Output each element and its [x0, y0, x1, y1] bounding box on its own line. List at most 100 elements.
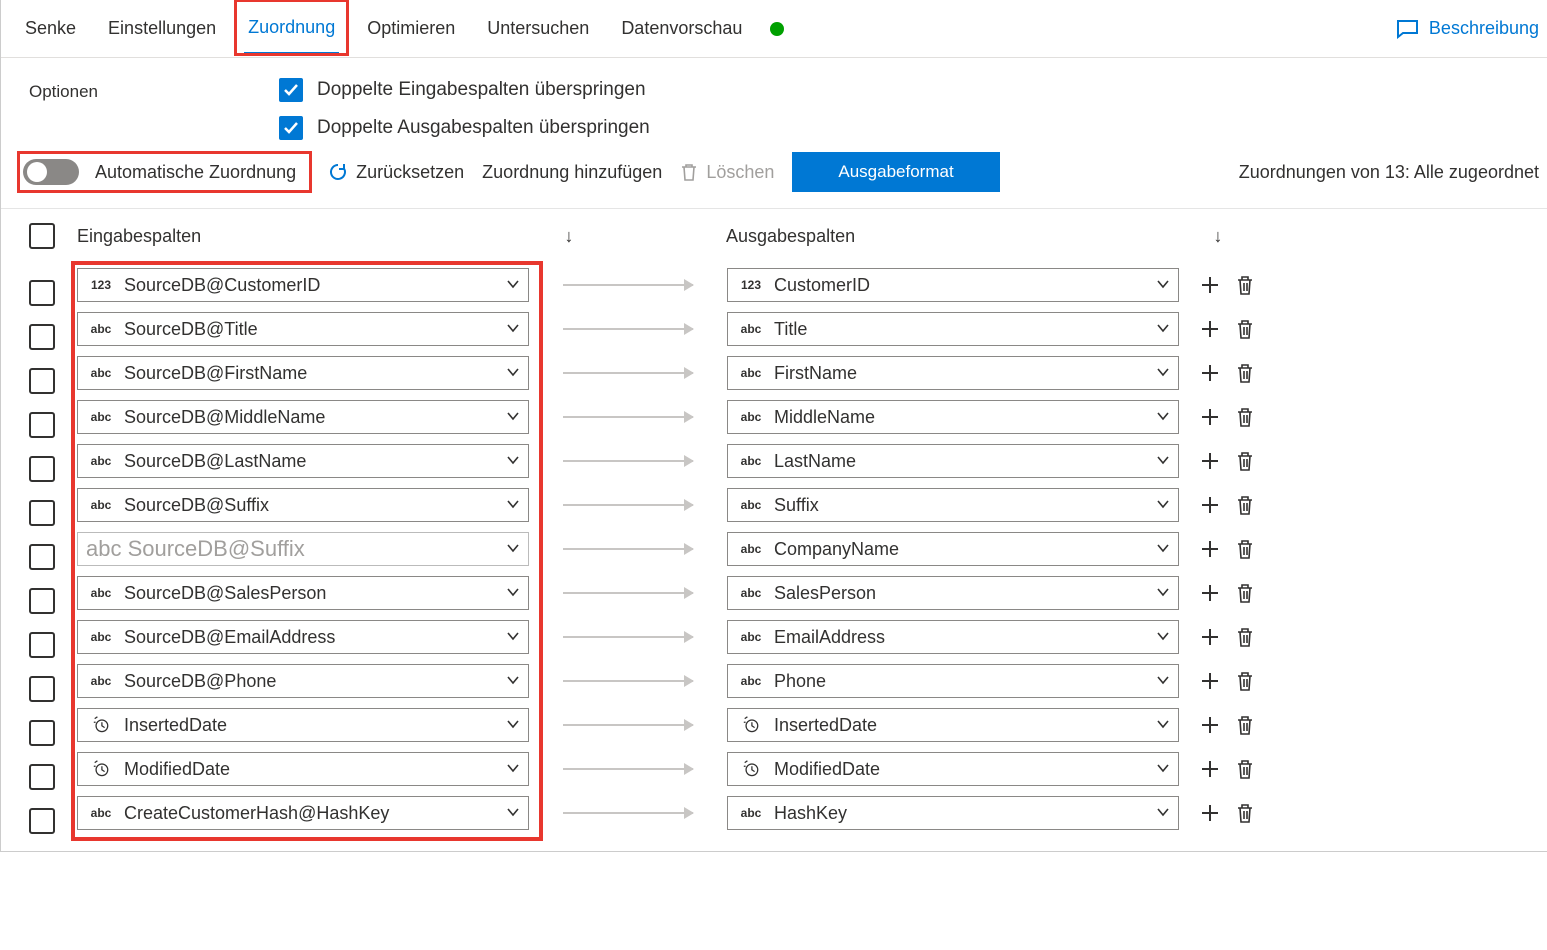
delete-row-button[interactable]	[1235, 362, 1255, 384]
mapping-row: abcSourceDB@Phone abcPhone	[77, 659, 1547, 703]
input-column-select[interactable]: ModifiedDate	[77, 752, 529, 786]
skip-dup-input-checkbox[interactable]	[279, 78, 303, 102]
add-row-button[interactable]	[1199, 582, 1221, 604]
output-format-button[interactable]: Ausgabeformat	[792, 152, 999, 192]
delete-row-button[interactable]	[1235, 450, 1255, 472]
input-column-select[interactable]: abcSourceDB@EmailAddress	[77, 620, 529, 654]
mapping-rows: 123SourceDB@CustomerID 123CustomerID abcSo…	[1, 263, 1547, 851]
input-column-select[interactable]: abcSourceDB@Suffix	[77, 488, 529, 522]
tab-zuordnung[interactable]: Zuordnung	[244, 3, 339, 55]
datetime-type-icon	[736, 759, 766, 780]
add-row-button[interactable]	[1199, 494, 1221, 516]
add-row-button[interactable]	[1199, 758, 1221, 780]
output-column-value: FirstName	[774, 363, 1148, 384]
input-column-select[interactable]: abcSourceDB@LastName	[77, 444, 529, 478]
row-checkbox[interactable]	[29, 720, 55, 746]
string-type-icon: abc	[736, 674, 766, 688]
add-row-button[interactable]	[1199, 538, 1221, 560]
tab-untersuchen[interactable]: Untersuchen	[483, 4, 593, 53]
input-sort-icon[interactable]: ↓	[557, 226, 581, 247]
output-column-select[interactable]: abcPhone	[727, 664, 1179, 698]
mapping-arrow	[529, 724, 727, 726]
output-column-select[interactable]: ModifiedDate	[727, 752, 1179, 786]
skip-dup-output-checkbox[interactable]	[279, 116, 303, 140]
delete-row-button[interactable]	[1235, 406, 1255, 428]
delete-action[interactable]: Löschen	[680, 162, 774, 183]
arrow-icon	[563, 460, 693, 462]
output-column-select[interactable]: abcSuffix	[727, 488, 1179, 522]
mapping-row: abcSourceDB@EmailAddressabcEmailAddress	[77, 615, 1547, 659]
row-checkbox[interactable]	[29, 588, 55, 614]
add-row-button[interactable]	[1199, 802, 1221, 824]
row-checkbox[interactable]	[29, 280, 55, 306]
input-column-select[interactable]: abcSourceDB@SalesPerson	[77, 576, 529, 610]
row-checkbox[interactable]	[29, 808, 55, 834]
input-column-select[interactable]: abcSourceDB@Title	[77, 312, 529, 346]
delete-row-button[interactable]	[1235, 318, 1255, 340]
output-column-select[interactable]: abcHashKey	[727, 796, 1179, 830]
add-row-button[interactable]	[1199, 714, 1221, 736]
output-column-select[interactable]: InsertedDate	[727, 708, 1179, 742]
output-column-value: EmailAddress	[774, 627, 1148, 648]
output-column-select[interactable]: abcTitle	[727, 312, 1179, 346]
output-column-select[interactable]: abcCompanyName	[727, 532, 1179, 566]
mapping-arrow	[529, 416, 727, 418]
check-icon	[283, 82, 299, 98]
delete-row-button[interactable]	[1235, 758, 1255, 780]
add-row-button[interactable]	[1199, 274, 1221, 296]
auto-map-toggle[interactable]	[23, 159, 79, 185]
row-checkbox[interactable]	[29, 500, 55, 526]
string-type-icon: abc	[86, 498, 116, 512]
tab-datenvorschau[interactable]: Datenvorschau	[617, 4, 746, 53]
delete-row-button[interactable]	[1235, 538, 1255, 560]
input-column-select[interactable]: abcSourceDB@MiddleName	[77, 400, 529, 434]
chevron-down-icon	[506, 629, 520, 646]
delete-row-button[interactable]	[1235, 714, 1255, 736]
reset-action[interactable]: Zurücksetzen	[328, 162, 464, 183]
add-row-button[interactable]	[1199, 318, 1221, 340]
delete-row-button[interactable]	[1235, 626, 1255, 648]
row-checkbox[interactable]	[29, 764, 55, 790]
output-column-select[interactable]: abcSalesPerson	[727, 576, 1179, 610]
arrow-icon	[563, 768, 693, 770]
output-column-select[interactable]: abcFirstName	[727, 356, 1179, 390]
tab-einstellungen[interactable]: Einstellungen	[104, 4, 220, 53]
delete-row-button[interactable]	[1235, 582, 1255, 604]
row-checkbox[interactable]	[29, 412, 55, 438]
row-checkbox[interactable]	[29, 324, 55, 350]
input-column-select[interactable]: abc SourceDB@Suffix	[77, 532, 529, 566]
row-actions	[1199, 494, 1255, 516]
output-column-select[interactable]: abcMiddleName	[727, 400, 1179, 434]
row-checkbox[interactable]	[29, 632, 55, 658]
add-row-button[interactable]	[1199, 406, 1221, 428]
tab-senke[interactable]: Senke	[21, 4, 80, 53]
row-checkbox[interactable]	[29, 456, 55, 482]
input-column-select[interactable]: InsertedDate	[77, 708, 529, 742]
select-all-checkbox[interactable]	[29, 223, 55, 249]
description-link[interactable]: Beschreibung	[1395, 18, 1539, 39]
delete-row-button[interactable]	[1235, 670, 1255, 692]
output-sort-icon[interactable]: ↓	[1206, 226, 1230, 247]
add-row-button[interactable]	[1199, 670, 1221, 692]
row-checkbox[interactable]	[29, 544, 55, 570]
input-column-select[interactable]: abcSourceDB@FirstName	[77, 356, 529, 390]
string-type-icon: abc	[86, 630, 116, 644]
add-mapping-action[interactable]: Zuordnung hinzufügen	[482, 162, 662, 183]
delete-row-button[interactable]	[1235, 494, 1255, 516]
input-column-select[interactable]: abcSourceDB@Phone	[77, 664, 529, 698]
arrow-icon	[563, 328, 693, 330]
row-checkbox[interactable]	[29, 676, 55, 702]
string-type-icon: abc	[736, 454, 766, 468]
delete-row-button[interactable]	[1235, 802, 1255, 824]
add-row-button[interactable]	[1199, 362, 1221, 384]
tab-optimieren[interactable]: Optimieren	[363, 4, 459, 53]
input-column-select[interactable]: 123SourceDB@CustomerID	[77, 268, 529, 302]
add-row-button[interactable]	[1199, 450, 1221, 472]
input-column-select[interactable]: abcCreateCustomerHash@HashKey	[77, 796, 529, 830]
delete-row-button[interactable]	[1235, 274, 1255, 296]
output-column-select[interactable]: abcEmailAddress	[727, 620, 1179, 654]
row-checkbox[interactable]	[29, 368, 55, 394]
output-column-select[interactable]: abcLastName	[727, 444, 1179, 478]
add-row-button[interactable]	[1199, 626, 1221, 648]
output-column-select[interactable]: 123CustomerID	[727, 268, 1179, 302]
